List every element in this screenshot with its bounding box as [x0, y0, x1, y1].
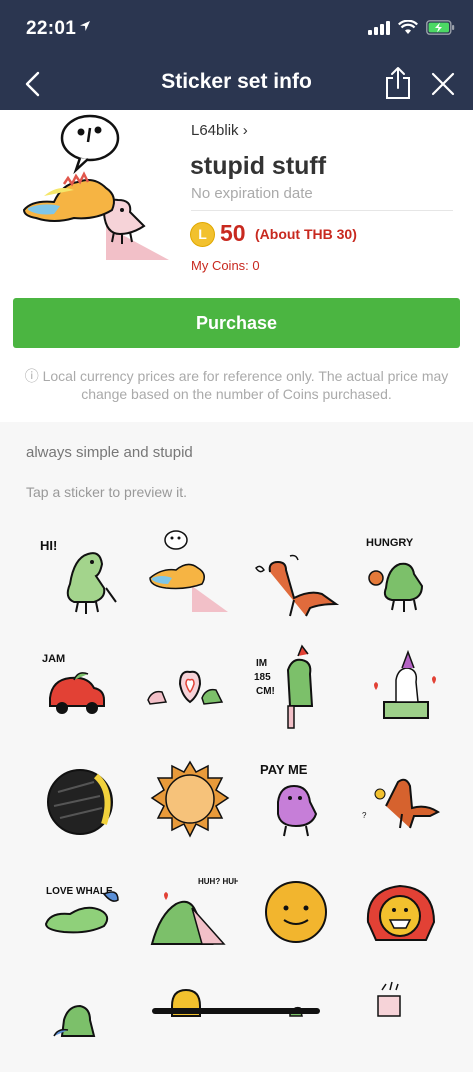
- sticker-birthday-dino[interactable]: [356, 640, 452, 736]
- sticker-pay-me[interactable]: PAY ME: [250, 752, 346, 848]
- sticker-text-small: ?: [362, 811, 367, 820]
- sticker-text: LOVE WHALE: [46, 886, 113, 897]
- status-time: 22:01: [26, 18, 77, 39]
- price-notice: ⓘ Local currency prices are for referenc…: [16, 367, 457, 403]
- sticker-yellow-partial[interactable]: [142, 976, 238, 1072]
- status-icons: [368, 20, 455, 35]
- divider: [191, 210, 453, 211]
- sticker-jam-car[interactable]: JAM: [34, 640, 130, 736]
- sticker-tall-dino[interactable]: IM 185 CM!: [250, 640, 346, 736]
- sticker-text-185: 185: [254, 672, 271, 683]
- battery-charging-icon: [426, 20, 455, 35]
- close-icon[interactable]: [430, 71, 456, 97]
- signal-icon: [368, 20, 390, 35]
- sticker-flower-dino[interactable]: ?: [356, 752, 452, 848]
- share-icon[interactable]: [384, 66, 412, 100]
- sticker-sun[interactable]: [142, 752, 238, 848]
- sticker-text-cm: CM!: [256, 686, 275, 697]
- location-arrow-icon: [80, 21, 90, 31]
- nav-bar: Sticker set info: [0, 58, 473, 110]
- sticker-huh-dino[interactable]: HUH? HUH: [142, 864, 238, 960]
- sticker-red-hood-face[interactable]: [356, 864, 452, 960]
- sticker-green-partial[interactable]: [250, 976, 346, 1072]
- tap-hint: Tap a sticker to preview it.: [26, 484, 188, 500]
- status-bar: 22:01: [0, 0, 473, 58]
- sticker-cake-partial[interactable]: [356, 976, 452, 1072]
- sticker-text: HUNGRY: [366, 537, 414, 549]
- price-local: (About THB 30): [255, 226, 357, 242]
- sticker-text: IM: [256, 658, 267, 669]
- coin-icon: L: [190, 222, 215, 247]
- sticker-smiley-face[interactable]: [250, 864, 346, 960]
- author-name: L64blik: [191, 122, 239, 139]
- sticker-hungry-dino[interactable]: HUNGRY: [356, 528, 452, 624]
- content: L64blik › stupid stuff No expiration dat…: [0, 110, 473, 1037]
- sticker-set-header: L64blik › stupid stuff No expiration dat…: [0, 110, 473, 422]
- price-notice-text: Local currency prices are for reference …: [42, 368, 449, 402]
- sticker-text: PAY ME: [260, 762, 308, 777]
- main-sticker-image: [22, 114, 169, 260]
- sticker-set-title: stupid stuff: [190, 152, 327, 180]
- sticker-text: JAM: [42, 653, 65, 665]
- price: 50: [220, 220, 246, 246]
- sticker-text: HI!: [40, 538, 57, 553]
- purchase-button[interactable]: Purchase: [13, 298, 460, 348]
- sticker-heart-dinos[interactable]: [142, 640, 238, 736]
- sticker-black-ball[interactable]: [34, 752, 130, 848]
- sticker-hi-dino[interactable]: HI!: [34, 528, 130, 624]
- author-link[interactable]: L64blik ›: [191, 122, 248, 139]
- chevron-right-icon: ›: [242, 122, 248, 139]
- sticker-text: HUH? HUH: [198, 877, 238, 886]
- home-indicator: [152, 1008, 320, 1014]
- sticker-thinking-dino[interactable]: [142, 528, 238, 624]
- info-icon: ⓘ: [24, 368, 39, 384]
- sticker-description: always simple and stupid: [26, 444, 193, 461]
- sticker-love-whale[interactable]: LOVE WHALE: [34, 864, 130, 960]
- expiry-text: No expiration date: [191, 185, 313, 202]
- sticker-orange-dino[interactable]: [250, 528, 346, 624]
- sticker-text-line: IM: [256, 658, 267, 669]
- my-coins: My Coins: 0: [191, 258, 260, 273]
- sticker-green-dino-partial[interactable]: [34, 976, 130, 1072]
- wifi-icon: [398, 20, 418, 34]
